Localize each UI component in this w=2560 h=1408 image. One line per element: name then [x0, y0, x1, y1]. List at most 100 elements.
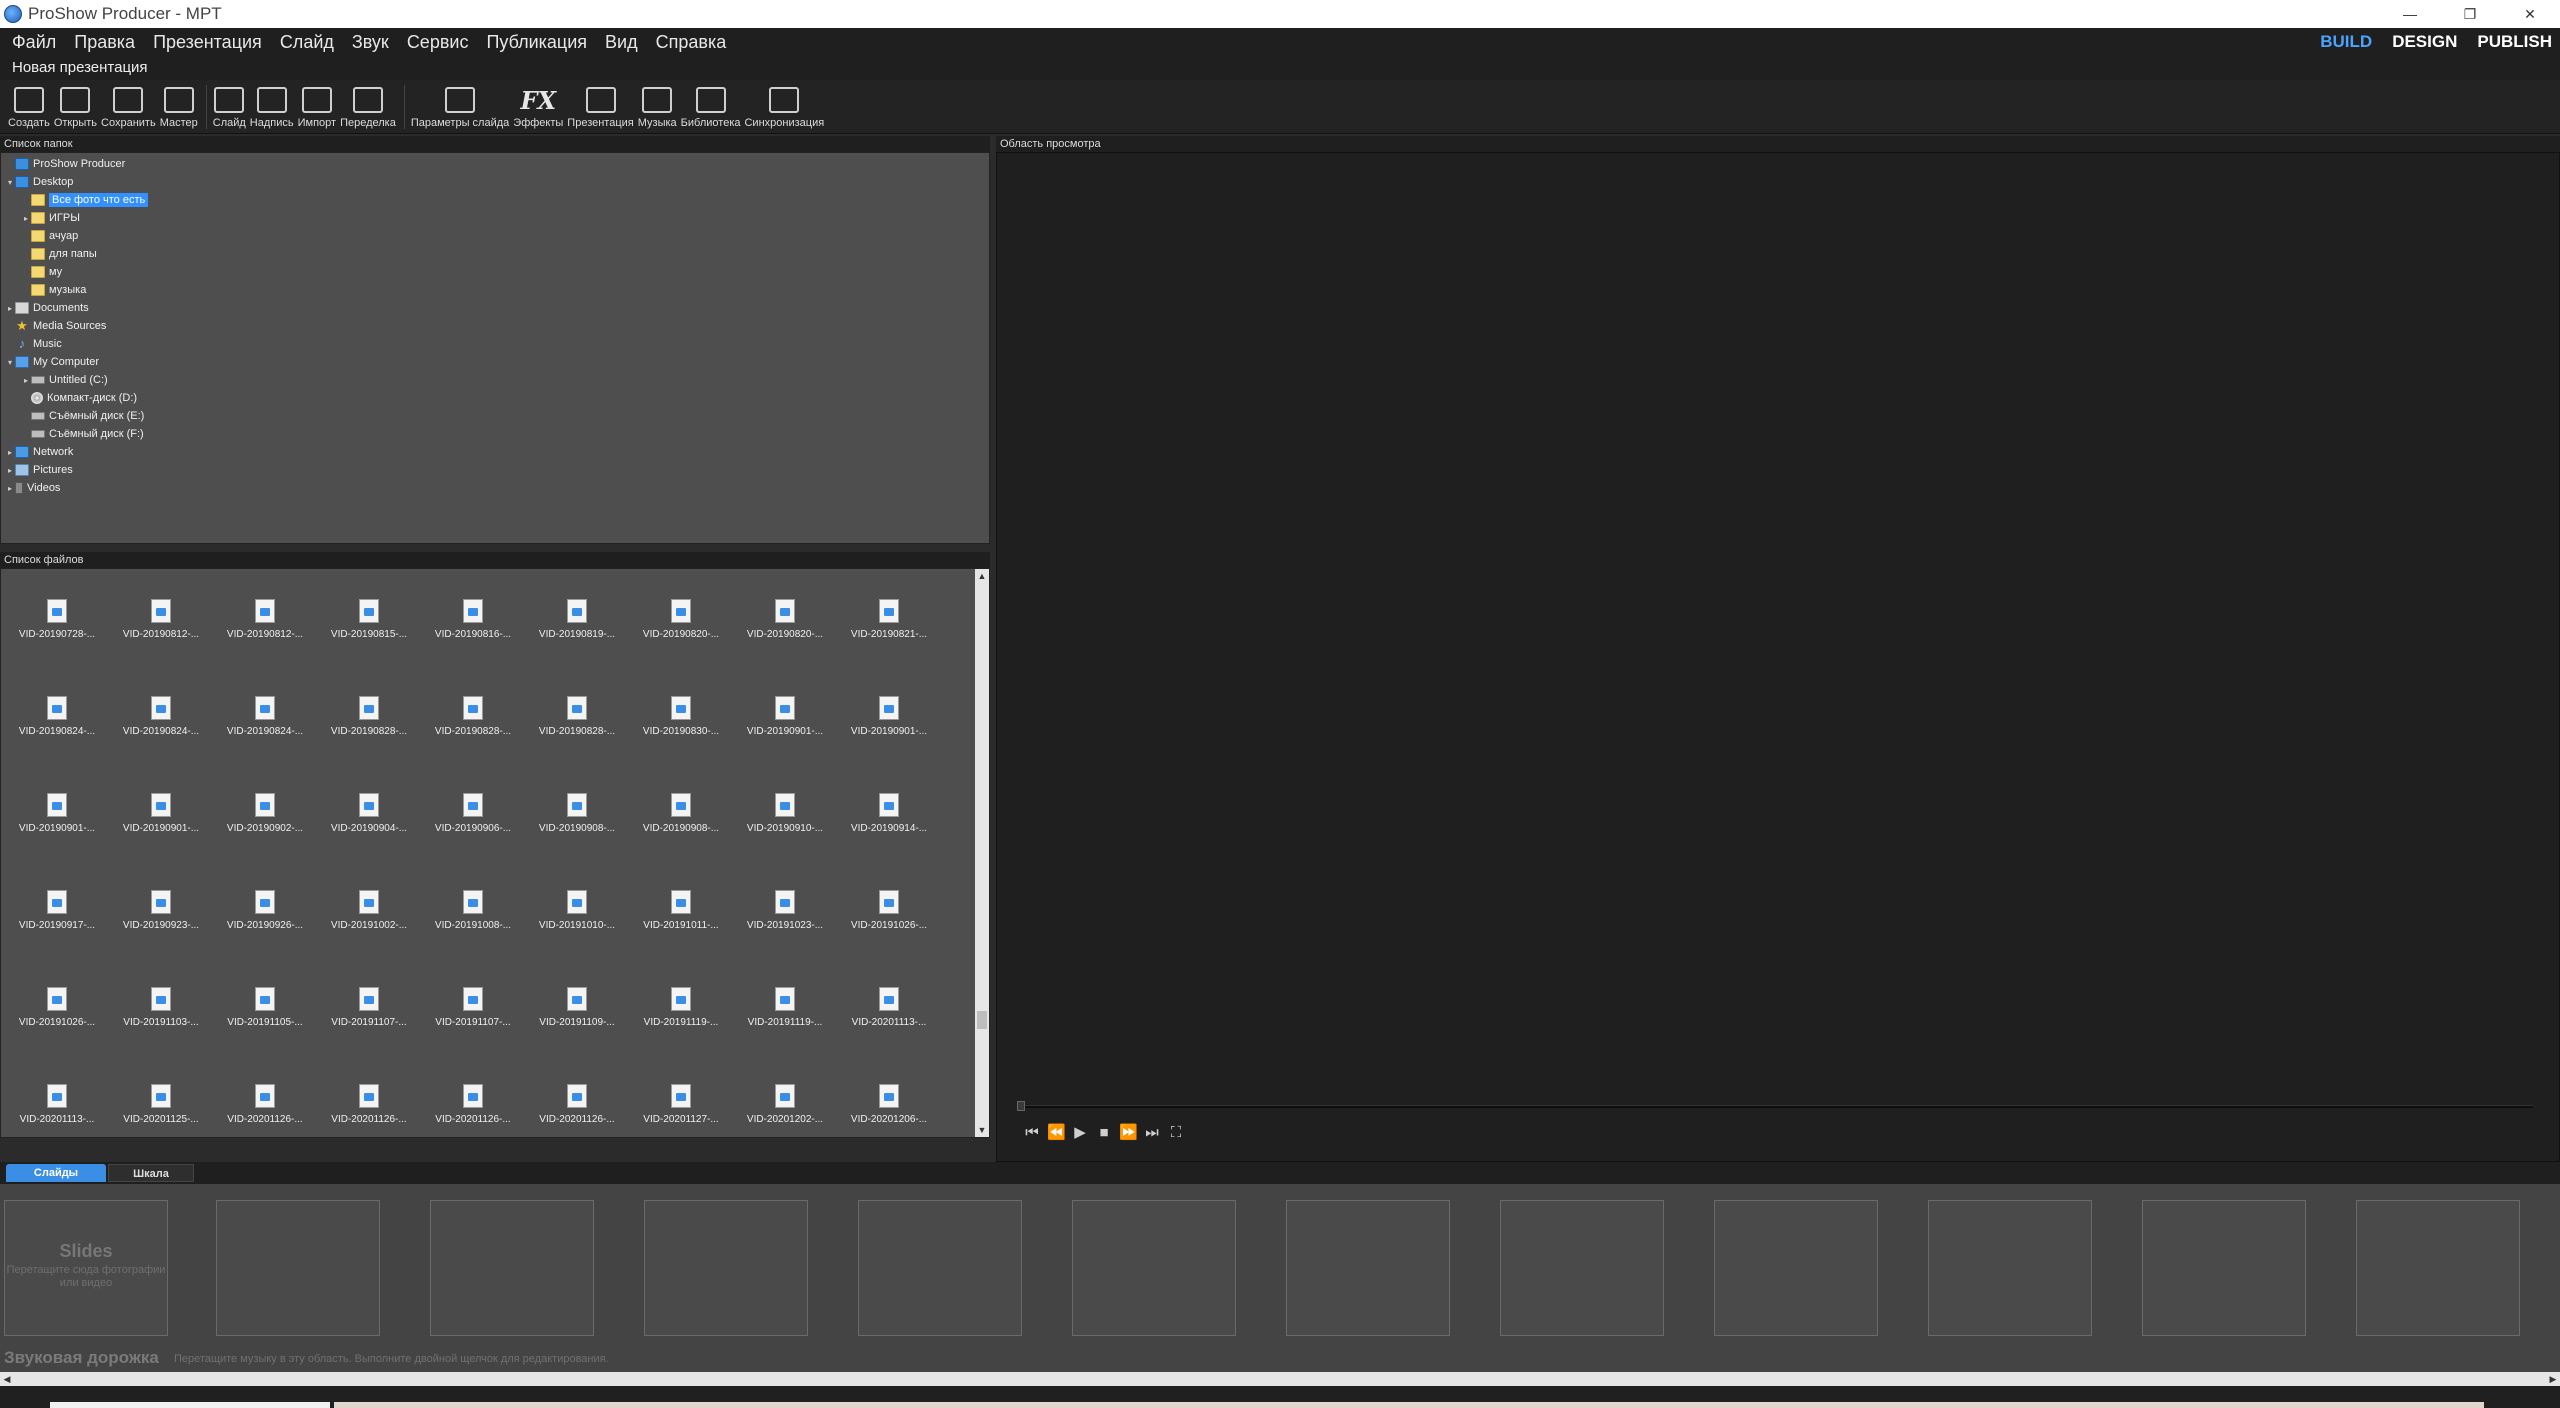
mode-publish[interactable]: PUBLISH — [2477, 32, 2552, 52]
file-item[interactable]: VID-20190820-... — [733, 595, 837, 655]
file-item[interactable]: VID-20190815-... — [317, 595, 421, 655]
file-item[interactable]: VID-20190820-... — [629, 595, 733, 655]
file-item[interactable]: VID-20190824-... — [213, 692, 317, 752]
expand-arrow-icon[interactable]: ▸ — [21, 214, 31, 223]
file-item[interactable]: VID-20201202-... — [733, 1080, 837, 1137]
file-item[interactable]: VID-20191109-... — [525, 983, 629, 1043]
mode-build[interactable]: BUILD — [2320, 32, 2372, 52]
file-item[interactable]: VID-20201126-... — [421, 1080, 525, 1137]
fast-forward-icon[interactable]: ⏩ — [1119, 1123, 1138, 1141]
file-item[interactable]: VID-20191103-... — [109, 983, 213, 1043]
tree-item[interactable]: ▸ Pictures — [5, 461, 73, 479]
empty-slide-slot[interactable] — [2356, 1200, 2520, 1336]
file-item[interactable]: VID-20190819-... — [525, 595, 629, 655]
tree-item[interactable]: ProShow Producer — [5, 155, 125, 173]
slide-button[interactable]: Слайд — [213, 80, 246, 129]
menu-edit[interactable]: Правка — [68, 32, 141, 53]
file-item[interactable]: VID-20190816-... — [421, 595, 525, 655]
file-item[interactable]: VID-20190830-... — [629, 692, 733, 752]
file-item[interactable]: VID-20201126-... — [213, 1080, 317, 1137]
file-item[interactable]: VID-20190908-... — [525, 789, 629, 849]
tree-item[interactable]: Все фото что есть — [21, 191, 149, 209]
menu-audio[interactable]: Звук — [346, 32, 395, 53]
file-item[interactable]: VID-20191119-... — [733, 983, 837, 1043]
empty-slide-slot[interactable] — [1500, 1200, 1664, 1336]
file-item[interactable]: VID-20190902-... — [213, 789, 317, 849]
collapse-arrow-icon[interactable]: ▾ — [5, 358, 15, 367]
file-item[interactable]: VID-20201206-... — [837, 1080, 941, 1137]
file-item[interactable]: VID-20201127-... — [629, 1080, 733, 1137]
file-item[interactable]: VID-20191023-... — [733, 886, 837, 946]
file-item[interactable]: VID-20190901-... — [733, 692, 837, 752]
slide-options-button[interactable]: Параметры слайда — [411, 80, 509, 129]
tree-item[interactable]: Съёмный диск (E:) — [21, 407, 144, 425]
file-item[interactable]: VID-20191107-... — [421, 983, 525, 1043]
empty-slide-slot[interactable] — [1286, 1200, 1450, 1336]
tab-slides[interactable]: Слайды — [6, 1164, 106, 1182]
mode-design[interactable]: DESIGN — [2392, 32, 2457, 52]
file-item[interactable]: VID-20190926-... — [213, 886, 317, 946]
wizard-button[interactable]: Мастер — [160, 80, 198, 129]
tree-item[interactable]: ▸ Videos — [5, 479, 60, 497]
scroll-left-arrow[interactable]: ◀ — [0, 1372, 14, 1386]
tree-item[interactable]: ▾ My Computer — [5, 353, 99, 371]
tree-item[interactable]: Компакт-диск (D:) — [21, 389, 137, 407]
file-item[interactable]: VID-20190904-... — [317, 789, 421, 849]
playback-progress-knob[interactable] — [1017, 1101, 1025, 1111]
menu-view[interactable]: Вид — [599, 32, 644, 53]
expand-arrow-icon[interactable]: ▸ — [5, 304, 15, 313]
maximize-button[interactable]: ❐ — [2440, 0, 2500, 28]
menu-help[interactable]: Справка — [650, 32, 733, 53]
slide-list-scrollbar[interactable]: ◀ ▶ — [0, 1372, 2560, 1386]
scroll-thumb[interactable] — [977, 1011, 987, 1029]
menu-show[interactable]: Презентация — [147, 32, 268, 53]
empty-slide-slot[interactable] — [1072, 1200, 1236, 1336]
empty-slide-slot[interactable] — [1928, 1200, 2092, 1336]
file-list-scrollbar[interactable]: ▲ ▼ — [975, 569, 989, 1137]
tree-item[interactable]: ▾ Desktop — [5, 173, 73, 191]
stop-icon[interactable]: ■ — [1095, 1124, 1113, 1141]
tree-item[interactable]: ♪ Music — [5, 335, 62, 353]
fullscreen-icon[interactable]: ⛶ — [1167, 1124, 1185, 1141]
skip-to-start-icon[interactable]: ⏮ — [1023, 1124, 1041, 1141]
tree-item[interactable]: ★ Media Sources — [5, 317, 106, 335]
music-button[interactable]: Музыка — [638, 80, 677, 129]
rewind-icon[interactable]: ⏪ — [1047, 1123, 1066, 1141]
file-item[interactable]: VID-20191107-... — [317, 983, 421, 1043]
tree-item[interactable]: му — [21, 263, 62, 281]
file-item[interactable]: VID-20190828-... — [421, 692, 525, 752]
tree-item[interactable]: для папы — [21, 245, 97, 263]
empty-slide-slot[interactable] — [644, 1200, 808, 1336]
file-item[interactable]: VID-20191010-... — [525, 886, 629, 946]
file-item[interactable]: VID-20190923-... — [109, 886, 213, 946]
empty-slide-slot[interactable] — [430, 1200, 594, 1336]
tree-item[interactable]: ▸ Network — [5, 443, 73, 461]
scroll-down-arrow[interactable]: ▼ — [975, 1123, 989, 1137]
menu-tools[interactable]: Сервис — [401, 32, 475, 53]
tree-item[interactable]: ▸ ИГРЫ — [21, 209, 80, 227]
empty-slide-slot[interactable] — [2142, 1200, 2306, 1336]
file-item[interactable]: VID-20190901-... — [5, 789, 109, 849]
file-item[interactable]: VID-20191105-... — [213, 983, 317, 1043]
file-item[interactable]: VID-20190901-... — [109, 789, 213, 849]
empty-slide-slot[interactable] — [858, 1200, 1022, 1336]
file-item[interactable]: VID-20191026-... — [5, 983, 109, 1043]
file-item[interactable]: VID-20190828-... — [317, 692, 421, 752]
tree-item[interactable]: Съёмный диск (F:) — [21, 425, 144, 443]
file-item[interactable]: VID-20190910-... — [733, 789, 837, 849]
file-item[interactable]: VID-20201125-... — [109, 1080, 213, 1137]
file-item[interactable]: VID-20201113-... — [5, 1080, 109, 1137]
file-item[interactable]: VID-20190824-... — [109, 692, 213, 752]
tree-item[interactable]: ▸ Untitled (C:) — [21, 371, 108, 389]
file-item[interactable]: VID-20190824-... — [5, 692, 109, 752]
file-item[interactable]: VID-20191119-... — [629, 983, 733, 1043]
library-button[interactable]: Библиотека — [681, 80, 740, 129]
slide-placeholder[interactable]: Slides Перетащите сюда фотографии или ви… — [4, 1200, 168, 1336]
file-item[interactable]: VID-20190812-... — [213, 595, 317, 655]
menu-file[interactable]: Файл — [6, 32, 62, 53]
playback-progress-track[interactable] — [1017, 1105, 2533, 1108]
skip-to-end-icon[interactable]: ⏭ — [1143, 1124, 1161, 1141]
sync-button[interactable]: Синхронизация — [744, 80, 824, 129]
file-item[interactable]: VID-20190728-... — [5, 595, 109, 655]
file-item[interactable]: VID-20190914-... — [837, 789, 941, 849]
